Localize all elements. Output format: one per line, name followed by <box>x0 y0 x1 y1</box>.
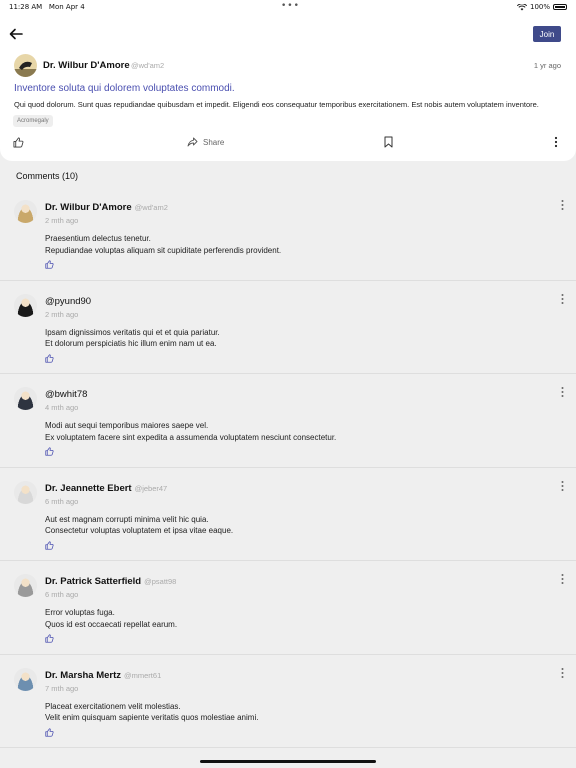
comment-more-icon[interactable] <box>559 480 566 492</box>
like-icon[interactable] <box>13 137 24 148</box>
wifi-icon <box>516 3 527 10</box>
avatar[interactable] <box>14 200 37 223</box>
comment-item: Dr. Marsha Mertz @mmert61 7 mth ago Place… <box>0 655 576 748</box>
avatar[interactable] <box>14 54 37 77</box>
comment-author[interactable]: Dr. Jeannette Ebert @jeber47 <box>45 483 167 494</box>
comment-author[interactable]: @bwhit78 <box>45 389 90 400</box>
join-button[interactable]: Join <box>533 26 561 42</box>
bookmark-icon[interactable] <box>384 136 393 148</box>
share-icon <box>187 137 198 147</box>
battery-icon <box>553 4 567 10</box>
comment-body: Error voluptas fuga. Quos id est occaecat… <box>45 608 178 629</box>
post-card: Join Dr. Wilbur D'Amore @wd'am2 1 yr ago… <box>0 16 576 161</box>
avatar[interactable] <box>14 293 37 317</box>
post-title[interactable]: Inventore soluta qui dolorem voluptates … <box>14 83 235 94</box>
share-label: Share <box>203 137 225 147</box>
comment-item: @pyund90 2 mth ago Ipsam dignissimos ver… <box>0 281 576 374</box>
comment-author[interactable]: Dr. Wilbur D'Amore @wd'am2 <box>45 202 168 213</box>
avatar[interactable] <box>14 480 37 504</box>
share-button[interactable]: Share <box>187 137 224 147</box>
comment-body: Modi aut sequi temporibus maiores saepe … <box>45 421 337 442</box>
comment-item: Dr. Jeannette Ebert @jeber47 6 mth ago Au… <box>0 468 576 561</box>
comment-body: Praesentium delectus tenetur. Repudiandae… <box>45 234 282 255</box>
comment-timestamp: 6 mth ago <box>45 496 79 506</box>
like-icon[interactable] <box>45 634 54 643</box>
avatar[interactable] <box>14 387 37 410</box>
comment-more-icon[interactable] <box>559 293 566 305</box>
like-icon[interactable] <box>45 540 54 550</box>
comment-timestamp: 2 mth ago <box>45 216 79 225</box>
comment-more-icon[interactable] <box>559 667 566 679</box>
comment-author[interactable]: @pyund90 <box>45 296 94 307</box>
comment-author[interactable]: Dr. Marsha Mertz @mmert61 <box>45 670 161 681</box>
comment-item: @bwhit78 4 mth ago Modi aut sequi tempor… <box>0 374 576 468</box>
like-icon[interactable] <box>45 447 54 456</box>
like-icon[interactable] <box>45 260 54 269</box>
status-time: 11:28 AM Mon Apr 4 <box>9 3 85 11</box>
post-tag[interactable]: Acromegaly <box>13 115 53 127</box>
comment-author[interactable]: Dr. Patrick Satterfield @psatt98 <box>45 576 176 587</box>
comment-body: Aut est magnam corrupti minima velit hic… <box>45 514 234 536</box>
post-body: Qui quod dolorum. Sunt quas repudiandae … <box>14 100 539 109</box>
avatar[interactable] <box>14 574 37 597</box>
comment-more-icon[interactable] <box>559 573 566 585</box>
status-bar: 11:28 AM Mon Apr 4 ••• 100% <box>0 0 576 16</box>
like-icon[interactable] <box>45 353 54 363</box>
battery-percent: 100% <box>529 3 550 11</box>
back-arrow-icon[interactable] <box>9 27 23 41</box>
post-author-handle: @wd'am2 <box>131 61 165 70</box>
post-timestamp: 1 yr ago <box>533 61 561 70</box>
comment-item: Dr. Patrick Satterfield @psatt98 6 mth ag… <box>0 561 576 655</box>
comment-body: Ipsam dignissimos veritatis qui et et qu… <box>45 327 220 349</box>
comment-timestamp: 4 mth ago <box>45 403 79 412</box>
comments-heading: Comments (10) <box>16 171 79 181</box>
comment-more-icon[interactable] <box>559 199 566 211</box>
comment-more-icon[interactable] <box>559 386 566 398</box>
post-author-name[interactable]: Dr. Wilbur D'Amore <box>43 60 130 71</box>
home-indicator[interactable] <box>200 760 376 763</box>
like-icon[interactable] <box>45 727 54 737</box>
comments-list: Dr. Wilbur D'Amore @wd'am2 2 mth ago Prae… <box>0 187 576 748</box>
comment-timestamp: 2 mth ago <box>45 309 79 319</box>
more-options-icon[interactable] <box>552 136 560 148</box>
avatar[interactable] <box>14 667 37 691</box>
comment-timestamp: 6 mth ago <box>45 590 79 599</box>
comment-item: Dr. Wilbur D'Amore @wd'am2 2 mth ago Prae… <box>0 187 576 281</box>
multitasking-dots-icon[interactable]: ••• <box>281 1 300 11</box>
comment-body: Placeat exercitationem velit molestias. V… <box>45 701 259 723</box>
comment-timestamp: 7 mth ago <box>45 683 79 693</box>
status-right: 100% <box>516 3 567 11</box>
